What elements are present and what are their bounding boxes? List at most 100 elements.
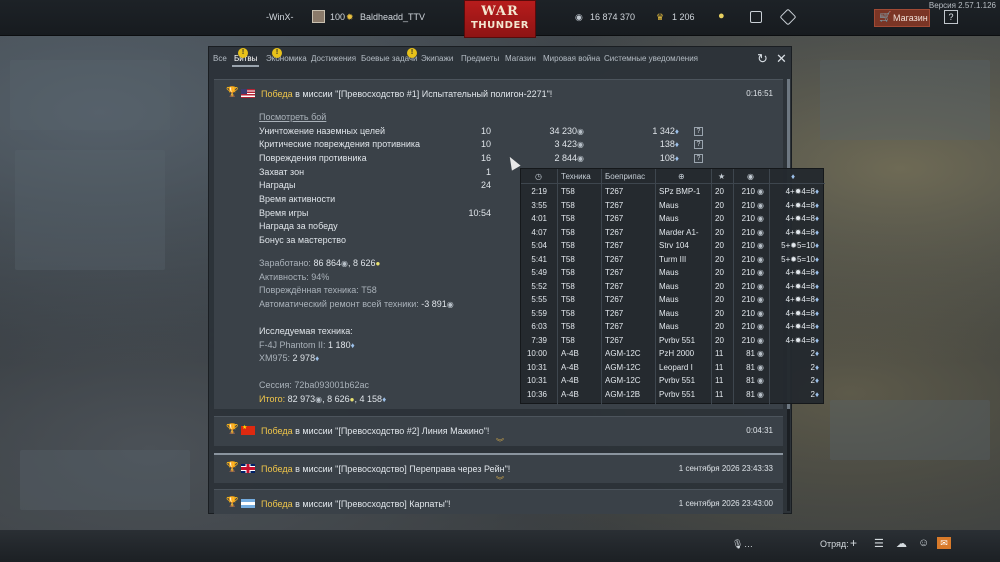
kill-target: PzH 2000 xyxy=(659,349,695,358)
silver-lions-icon: ◉ xyxy=(757,281,764,291)
kill-time: 5:52 xyxy=(531,281,547,291)
battle-entry[interactable]: 🏆 Победа в миссии "[Превосходство] Карпа… xyxy=(214,489,783,514)
coupons-icon[interactable] xyxy=(779,8,797,26)
tab-achievements[interactable]: Достижения xyxy=(311,54,356,63)
research-points-icon: ♦ xyxy=(815,335,820,345)
silver-lions-icon: ◉ xyxy=(757,200,764,210)
kill-time: 4:01 xyxy=(531,214,547,223)
battle-entry-header[interactable]: 🏆 Победа в миссии "[Превосходство #1] Ис… xyxy=(214,80,783,106)
kill-score: 20 xyxy=(715,227,724,237)
kill-time: 10:00 xyxy=(526,349,547,358)
golden-eagles-balance[interactable]: 1 206 xyxy=(672,12,695,22)
kill-score: 20 xyxy=(715,281,724,291)
kill-time: 5:41 xyxy=(531,254,547,264)
research-vehicle-2: XM975: 2 978♦ xyxy=(259,353,320,363)
kill-vehicle: A-4B xyxy=(561,349,579,358)
tab-all[interactable]: Все xyxy=(213,54,227,63)
chevron-down-icon[interactable]: ︾ xyxy=(496,437,504,448)
kill-lions: 210 xyxy=(741,295,755,304)
kill-lions: 210 xyxy=(741,227,755,237)
kill-lions: 210 xyxy=(741,322,755,331)
refresh-icon[interactable]: ↻ xyxy=(757,51,768,67)
tab-bar: Все ! Битвы ! Экономика Достижения ! Боевые… xyxy=(209,47,793,67)
star-icon: ★ xyxy=(718,172,726,181)
kill-lions: 210 xyxy=(741,335,755,345)
mail-icon[interactable]: ✉ xyxy=(937,537,951,549)
info-help-icon[interactable]: ? xyxy=(694,140,703,149)
tab-items[interactable]: Предметы xyxy=(461,54,499,63)
kill-row: 4:01 T58 T267 Maus 20 210 ◉ 4+✹4=8 ♦ xyxy=(521,213,825,227)
research-points-icon: ♦ xyxy=(815,214,820,223)
chevron-down-icon[interactable]: ︾ xyxy=(496,475,504,486)
battle-duration: 0:04:31 xyxy=(746,426,773,435)
info-help-icon[interactable]: ? xyxy=(694,127,703,136)
avatar[interactable] xyxy=(312,10,325,25)
tab-world-war[interactable]: Мировая война xyxy=(543,54,600,63)
tab-system-notifications[interactable]: Системные уведомления xyxy=(604,54,698,63)
kill-time: 4:07 xyxy=(531,227,547,237)
silver-lions-balance[interactable]: 16 874 370 xyxy=(590,12,635,22)
battle-entry[interactable]: 🏆 Победа в миссии "[Превосходство] Переп… xyxy=(214,453,783,486)
kill-vehicle: T58 xyxy=(561,254,575,264)
kill-target: Maus xyxy=(659,308,679,318)
chat-icon[interactable]: ☺ xyxy=(918,537,929,549)
kill-ammo: T267 xyxy=(605,241,624,250)
kill-vehicle: T58 xyxy=(561,295,575,304)
tab-battles[interactable]: ! Битвы xyxy=(231,48,260,67)
kill-row: 10:31 A-4B AGM-12C Pvrbv 551 11 81 ◉ 2 ♦ xyxy=(521,375,825,389)
silver-lions-icon: ◉ xyxy=(757,349,764,358)
tab-crews[interactable]: Экипажи xyxy=(421,54,453,63)
kill-target: Turm III xyxy=(659,254,687,264)
battle-title: Победа в миссии "[Превосходство #1] Испы… xyxy=(261,89,553,99)
kill-row: 3:55 T58 T267 Maus 20 210 ◉ 4+✹4=8 ♦ xyxy=(521,200,825,214)
reward-row-label: Время игры xyxy=(259,208,309,218)
kill-row: 5:55 T58 T267 Maus 20 210 ◉ 4+✹4=8 ♦ xyxy=(521,294,825,308)
kill-score: 11 xyxy=(715,349,724,358)
kill-ammo: T267 xyxy=(605,295,624,304)
kill-ammo: T267 xyxy=(605,281,624,291)
list-icon[interactable]: ☰ xyxy=(874,537,884,550)
info-help-icon[interactable]: ? xyxy=(694,154,703,163)
reward-row-count: 16 xyxy=(480,153,491,163)
silver-lions-icon: ◉ xyxy=(757,241,764,250)
add-squad-member-icon[interactable]: + xyxy=(850,536,857,550)
kill-vehicle: T58 xyxy=(561,227,575,237)
help-button[interactable]: ? xyxy=(944,10,958,24)
reward-row-count: 1 xyxy=(485,167,491,177)
view-battle-link[interactable]: Посмотреть бой xyxy=(259,112,326,122)
research-points-icon: ♦ xyxy=(815,241,820,250)
battle-title: Победа в миссии "[Превосходство] Перепра… xyxy=(261,464,511,474)
shop-button[interactable]: 🛒 Магазин xyxy=(874,9,930,27)
squad-tag[interactable]: -WinX- xyxy=(266,12,294,22)
kill-vehicle: A-4B xyxy=(561,389,579,399)
kill-rp: 4+✹4=8 xyxy=(785,295,815,304)
kill-vehicle: A-4B xyxy=(561,362,579,372)
lightbulb-icon[interactable]: ● xyxy=(718,10,725,22)
silver-lions-icon: ◉ xyxy=(757,308,764,318)
kill-lions: 81 xyxy=(746,376,755,385)
research-points-icon: ♦ xyxy=(815,254,820,264)
kill-target: Strv 104 xyxy=(659,241,689,250)
tab-combat-tasks[interactable]: ! Боевые задачи xyxy=(361,48,418,63)
kill-rp: 4+✹4=8 xyxy=(785,335,815,345)
trophy-icon: 🏆 xyxy=(226,497,239,508)
kill-vehicle: T58 xyxy=(561,200,575,210)
reward-row-lions: 34 230◉ xyxy=(549,126,584,136)
kill-row: 10:36 A-4B AGM-12B Pvrbv 551 11 81 ◉ 2 ♦ xyxy=(521,389,825,403)
battle-entry[interactable]: 🏆 Победа в миссии "[Превосходство #2] Ли… xyxy=(214,416,783,448)
kill-vehicle: T58 xyxy=(561,308,575,318)
kill-time: 5:55 xyxy=(531,295,547,304)
friends-icon[interactable]: ☁ xyxy=(896,537,907,550)
tab-shop[interactable]: Магазин xyxy=(505,54,536,63)
kill-row: 6:03 T58 T267 Maus 20 210 ◉ 4+✹4=8 ♦ xyxy=(521,321,825,335)
username[interactable]: Baldheadd_TTV xyxy=(360,12,425,22)
kill-time: 3:55 xyxy=(531,200,547,210)
achievements-icon[interactable] xyxy=(750,11,762,23)
kill-score: 20 xyxy=(715,322,724,331)
kill-lions: 210 xyxy=(741,308,755,318)
kill-rp: 4+✹4=8 xyxy=(785,322,815,331)
kill-vehicle: T58 xyxy=(561,322,575,331)
close-icon[interactable]: ✕ xyxy=(776,51,787,67)
tab-economy[interactable]: ! Экономика xyxy=(266,48,307,63)
microphone-icon[interactable]: 🎙 xyxy=(732,539,743,550)
